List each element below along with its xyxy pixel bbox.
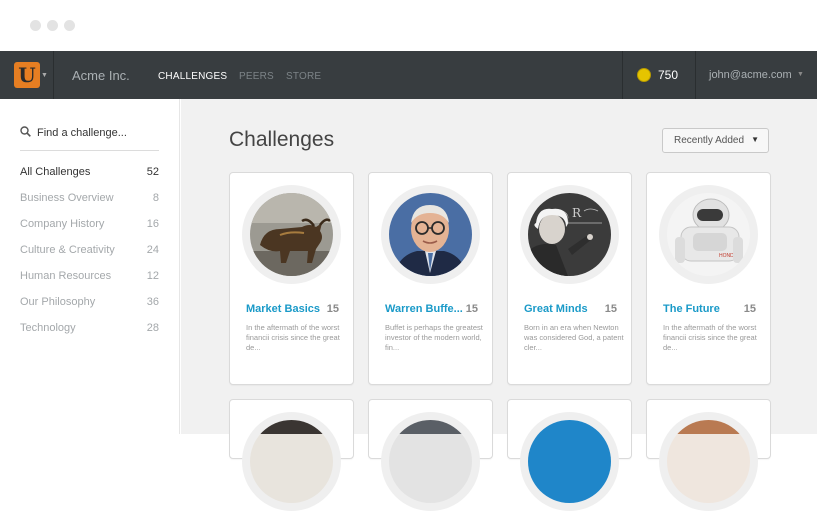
nav-peers[interactable]: PEERS [239,71,274,82]
category-count: 12 [146,270,159,282]
category-item-company-history[interactable]: Company History 16 [20,218,159,236]
svg-text:R: R [572,206,582,220]
chevron-down-icon[interactable]: ▼ [797,71,804,78]
window-dot-icon [30,20,41,31]
category-label: Business Overview [20,192,114,204]
card-title[interactable]: Great Minds [524,303,602,315]
card-count: 15 [465,303,478,315]
user-menu[interactable]: john@acme.com [709,69,792,81]
card-title[interactable]: Warren Buffe... [385,303,463,315]
card-count: 15 [604,303,617,315]
challenge-card[interactable] [646,399,771,511]
card-image [528,420,611,503]
category-count: 16 [146,218,159,230]
divider [695,51,696,99]
category-label: Company History [20,218,105,230]
einstein-chalkboard-photo: R [528,193,611,276]
chevron-down-icon[interactable]: ▼ [41,72,48,79]
challenge-card[interactable]: Market Basics 15 In the aftermath of the… [229,172,354,385]
category-count: 36 [146,296,159,308]
card-image [389,420,472,503]
category-label: Human Resources [20,270,112,282]
divider [622,51,623,99]
card-title[interactable]: Market Basics [246,303,324,315]
card-description: In the aftermath of the worst financii c… [246,323,340,352]
category-item-technology[interactable]: Technology 28 [20,322,159,340]
category-count: 28 [146,322,159,334]
category-item-our-philosophy[interactable]: Our Philosophy 36 [20,296,159,314]
card-description: Born in an era when Newton was considere… [524,323,624,352]
company-name: Acme Inc. [72,68,130,83]
coin-balance: 750 [658,68,679,82]
window-dot-icon [64,20,75,31]
category-label: Technology [20,322,76,334]
main-content: Challenges Recently Added ▼ Market Basic… [181,99,817,511]
sort-dropdown[interactable]: Recently Added ▼ [662,128,769,153]
category-count: 8 [152,192,159,204]
category-item-culture-creativity[interactable]: Culture & Creativity 24 [20,244,159,262]
sort-label: Recently Added [674,135,745,146]
card-count: 15 [743,303,756,315]
search-icon [20,126,31,137]
page-title: Challenges [229,128,335,151]
search-input[interactable] [37,125,157,141]
chevron-down-icon: ▼ [751,135,759,144]
window-chrome [0,0,817,51]
window-dot-icon [47,20,58,31]
category-label: All Challenges [20,166,91,178]
top-navbar: U ▼ Acme Inc. CHALLENGES PEERS STORE 750… [0,51,817,99]
card-description: In the aftermath of the worst financii c… [663,323,757,352]
category-label: Our Philosophy [20,296,96,308]
challenge-card[interactable] [368,399,493,511]
app-logo[interactable]: U [14,62,40,88]
category-item-business-overview[interactable]: Business Overview 8 [20,192,159,210]
challenge-card[interactable]: HONDA The Future 15 In the aftermath of … [646,172,771,385]
category-item-all-challenges[interactable]: All Challenges 52 [20,166,159,184]
nav-store[interactable]: STORE [286,71,321,82]
challenge-card[interactable] [507,399,632,511]
category-count: 24 [146,244,159,256]
divider [20,150,159,151]
card-description: Buffet is perhaps the greatest investor … [385,323,483,352]
card-count: 15 [326,303,339,315]
card-image [667,420,750,503]
challenge-card[interactable]: Warren Buffe... 15 Buffet is perhaps the… [368,172,493,385]
category-label: Culture & Creativity [20,244,115,256]
card-title[interactable]: The Future [663,303,741,315]
bull-statue-photo [250,193,333,276]
challenge-card[interactable]: R Great Minds 15 Born in an era when New… [507,172,632,385]
sidebar: All Challenges 52 Business Overview 8 Co… [0,99,180,434]
category-count: 52 [146,166,159,178]
divider [53,51,54,99]
coin-icon [637,68,651,82]
category-item-human-resources[interactable]: Human Resources 12 [20,270,159,288]
nav-challenges[interactable]: CHALLENGES [158,71,227,82]
warren-buffett-photo [389,193,472,276]
robot-photo: HONDA [667,193,750,276]
card-image [250,420,333,503]
challenge-card[interactable] [229,399,354,511]
